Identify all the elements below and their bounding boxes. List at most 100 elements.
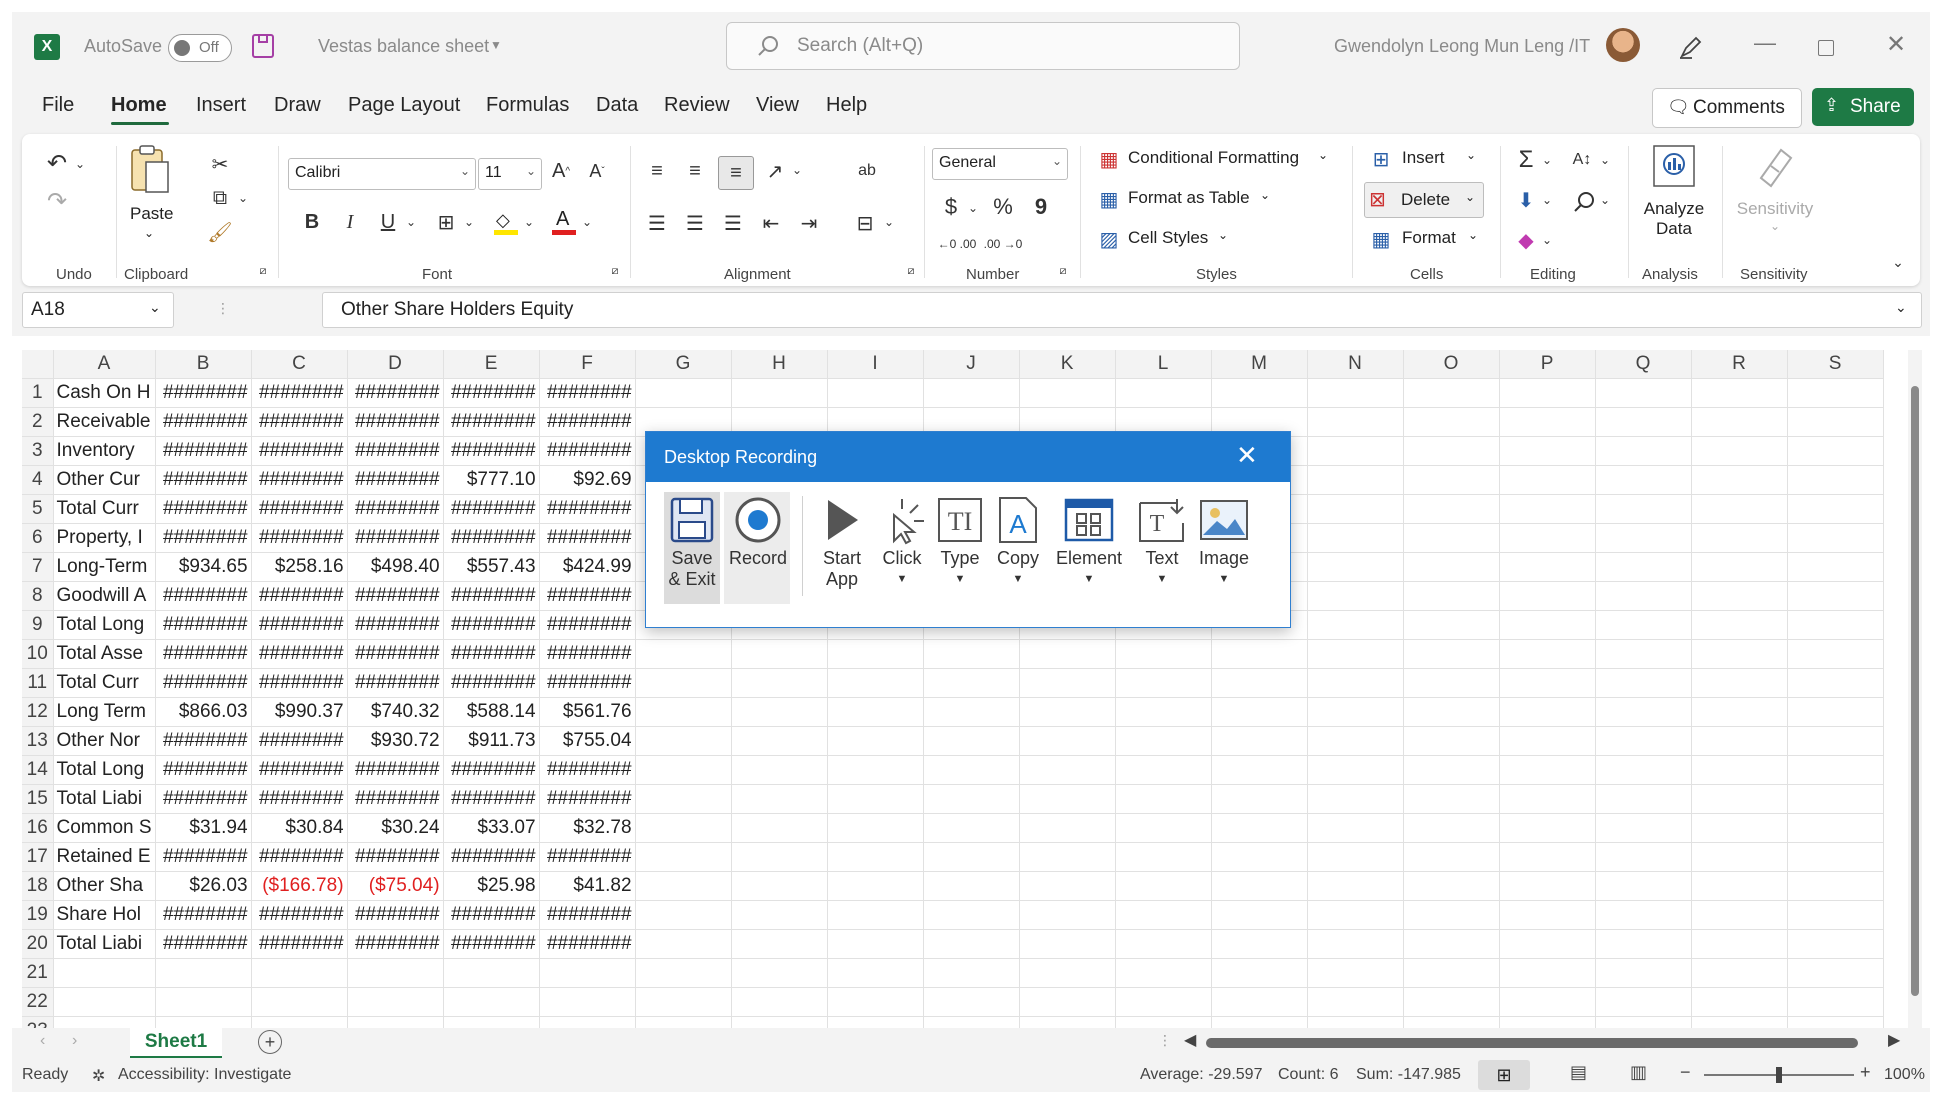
column-header[interactable]: G bbox=[635, 350, 732, 379]
cell-empty[interactable] bbox=[731, 987, 828, 1017]
cell-label[interactable]: Property, I bbox=[53, 523, 156, 553]
cell-value[interactable] bbox=[539, 958, 636, 988]
cell-empty[interactable] bbox=[1307, 726, 1404, 756]
increase-font-icon[interactable]: A ^ bbox=[546, 156, 576, 186]
cell-empty[interactable] bbox=[1787, 900, 1884, 930]
document-dropdown-icon[interactable]: ▼ bbox=[490, 38, 502, 52]
cell-empty[interactable] bbox=[1211, 813, 1308, 843]
tab-help[interactable]: Help bbox=[826, 94, 867, 117]
close-window-icon[interactable]: ✕ bbox=[1886, 30, 1906, 59]
cell-empty[interactable] bbox=[1787, 697, 1884, 727]
cell-value[interactable]: ######## bbox=[251, 465, 348, 495]
cell-value[interactable]: ######## bbox=[251, 581, 348, 611]
cell-empty[interactable] bbox=[731, 929, 828, 959]
cell-empty[interactable] bbox=[1115, 987, 1212, 1017]
cell-value[interactable]: ######## bbox=[347, 900, 444, 930]
cell-value[interactable]: $911.73 bbox=[443, 726, 540, 756]
cell-empty[interactable] bbox=[1211, 929, 1308, 959]
cell-empty[interactable] bbox=[923, 668, 1020, 698]
cell-empty[interactable] bbox=[923, 958, 1020, 988]
cell-value[interactable]: $561.76 bbox=[539, 697, 636, 727]
align-left-icon[interactable]: ☰ bbox=[642, 208, 672, 238]
cell-empty[interactable] bbox=[1403, 987, 1500, 1017]
cell-empty[interactable] bbox=[731, 813, 828, 843]
cell-value[interactable]: ######## bbox=[251, 378, 348, 408]
row-header[interactable]: 10 bbox=[22, 639, 54, 669]
cell-empty[interactable] bbox=[1595, 523, 1692, 553]
cell-empty[interactable] bbox=[1595, 871, 1692, 901]
cell-value[interactable]: ######## bbox=[539, 407, 636, 437]
cell-empty[interactable] bbox=[1595, 552, 1692, 582]
cell-value[interactable]: ######## bbox=[539, 929, 636, 959]
sort-filter-icon[interactable]: A↕ bbox=[1568, 146, 1596, 174]
cell-label[interactable]: Total Asse bbox=[53, 639, 156, 669]
cell-value[interactable] bbox=[155, 958, 252, 988]
decrease-decimal-button[interactable]: .00 →0 bbox=[980, 230, 1026, 258]
cell-empty[interactable] bbox=[1403, 378, 1500, 408]
tab-home[interactable]: Home bbox=[111, 94, 167, 117]
cell-empty[interactable] bbox=[1307, 871, 1404, 901]
decrease-font-icon[interactable]: Aˇ bbox=[582, 156, 612, 186]
cell-empty[interactable] bbox=[731, 668, 828, 698]
cell-label[interactable]: Other Sha bbox=[53, 871, 156, 901]
cell-value[interactable] bbox=[347, 987, 444, 1017]
cell-label[interactable]: Goodwill A bbox=[53, 581, 156, 611]
cell-value[interactable]: ######## bbox=[539, 900, 636, 930]
cell-value[interactable]: ######## bbox=[251, 668, 348, 698]
cell-value[interactable]: ######## bbox=[155, 610, 252, 640]
copy-dropdown-icon[interactable]: ⌄ bbox=[236, 186, 250, 210]
cell-empty[interactable] bbox=[635, 784, 732, 814]
cell-empty[interactable] bbox=[1403, 494, 1500, 524]
cell-value[interactable]: ######## bbox=[155, 494, 252, 524]
page-layout-view-icon[interactable]: ▤ bbox=[1570, 1062, 1587, 1083]
cell-empty[interactable] bbox=[1499, 436, 1596, 466]
cell-empty[interactable] bbox=[1787, 581, 1884, 611]
comments-button[interactable]: 🗨 Comments bbox=[1652, 88, 1802, 128]
cell-empty[interactable] bbox=[731, 378, 828, 408]
cell-empty[interactable] bbox=[1211, 639, 1308, 669]
fill-dropdown-icon[interactable]: ⌄ bbox=[1540, 188, 1554, 212]
clear-dropdown-icon[interactable]: ⌄ bbox=[1540, 228, 1554, 252]
cell-value[interactable]: ######## bbox=[251, 842, 348, 872]
cell-label[interactable]: Share Hol bbox=[53, 900, 156, 930]
cell-empty[interactable] bbox=[827, 871, 924, 901]
cell-empty[interactable] bbox=[1307, 813, 1404, 843]
cell-value[interactable]: $990.37 bbox=[251, 697, 348, 727]
cell-empty[interactable] bbox=[923, 755, 1020, 785]
cell-empty[interactable] bbox=[1595, 755, 1692, 785]
cell-empty[interactable] bbox=[1403, 784, 1500, 814]
cell-value[interactable]: $30.24 bbox=[347, 813, 444, 843]
cell-empty[interactable] bbox=[827, 987, 924, 1017]
cell-empty[interactable] bbox=[1403, 552, 1500, 582]
cell-value[interactable]: $557.43 bbox=[443, 552, 540, 582]
cell-empty[interactable] bbox=[1403, 407, 1500, 437]
cell-empty[interactable] bbox=[1403, 581, 1500, 611]
cell-value[interactable]: ######## bbox=[347, 407, 444, 437]
cell-empty[interactable] bbox=[1595, 581, 1692, 611]
cell-value[interactable]: ######## bbox=[155, 726, 252, 756]
cell-value[interactable]: ######## bbox=[155, 784, 252, 814]
cell-value[interactable]: ######## bbox=[155, 900, 252, 930]
cell-empty[interactable] bbox=[923, 987, 1020, 1017]
cell-empty[interactable] bbox=[1499, 639, 1596, 669]
cell-value[interactable]: ######## bbox=[443, 407, 540, 437]
cell-empty[interactable] bbox=[1115, 668, 1212, 698]
column-header[interactable]: H bbox=[731, 350, 828, 379]
column-header[interactable]: L bbox=[1115, 350, 1212, 379]
cell-empty[interactable] bbox=[1787, 378, 1884, 408]
cell-empty[interactable] bbox=[1019, 871, 1116, 901]
cell-empty[interactable] bbox=[1307, 668, 1404, 698]
scroll-right-icon[interactable]: ▶ bbox=[1888, 1030, 1900, 1050]
cell-value[interactable]: ######## bbox=[155, 842, 252, 872]
cell-empty[interactable] bbox=[1403, 929, 1500, 959]
cell-label[interactable]: Long Term bbox=[53, 697, 156, 727]
zoom-in-icon[interactable]: + bbox=[1860, 1062, 1871, 1083]
next-sheet-icon[interactable]: › bbox=[72, 1032, 77, 1050]
cell-value[interactable]: ######## bbox=[539, 436, 636, 466]
cell-empty[interactable] bbox=[1787, 523, 1884, 553]
cell-empty[interactable] bbox=[1115, 842, 1212, 872]
cell-empty[interactable] bbox=[731, 755, 828, 785]
italic-button[interactable]: I bbox=[336, 208, 364, 236]
cell-empty[interactable] bbox=[1019, 958, 1116, 988]
copy-button[interactable]: A Copy ▼ bbox=[988, 492, 1048, 602]
